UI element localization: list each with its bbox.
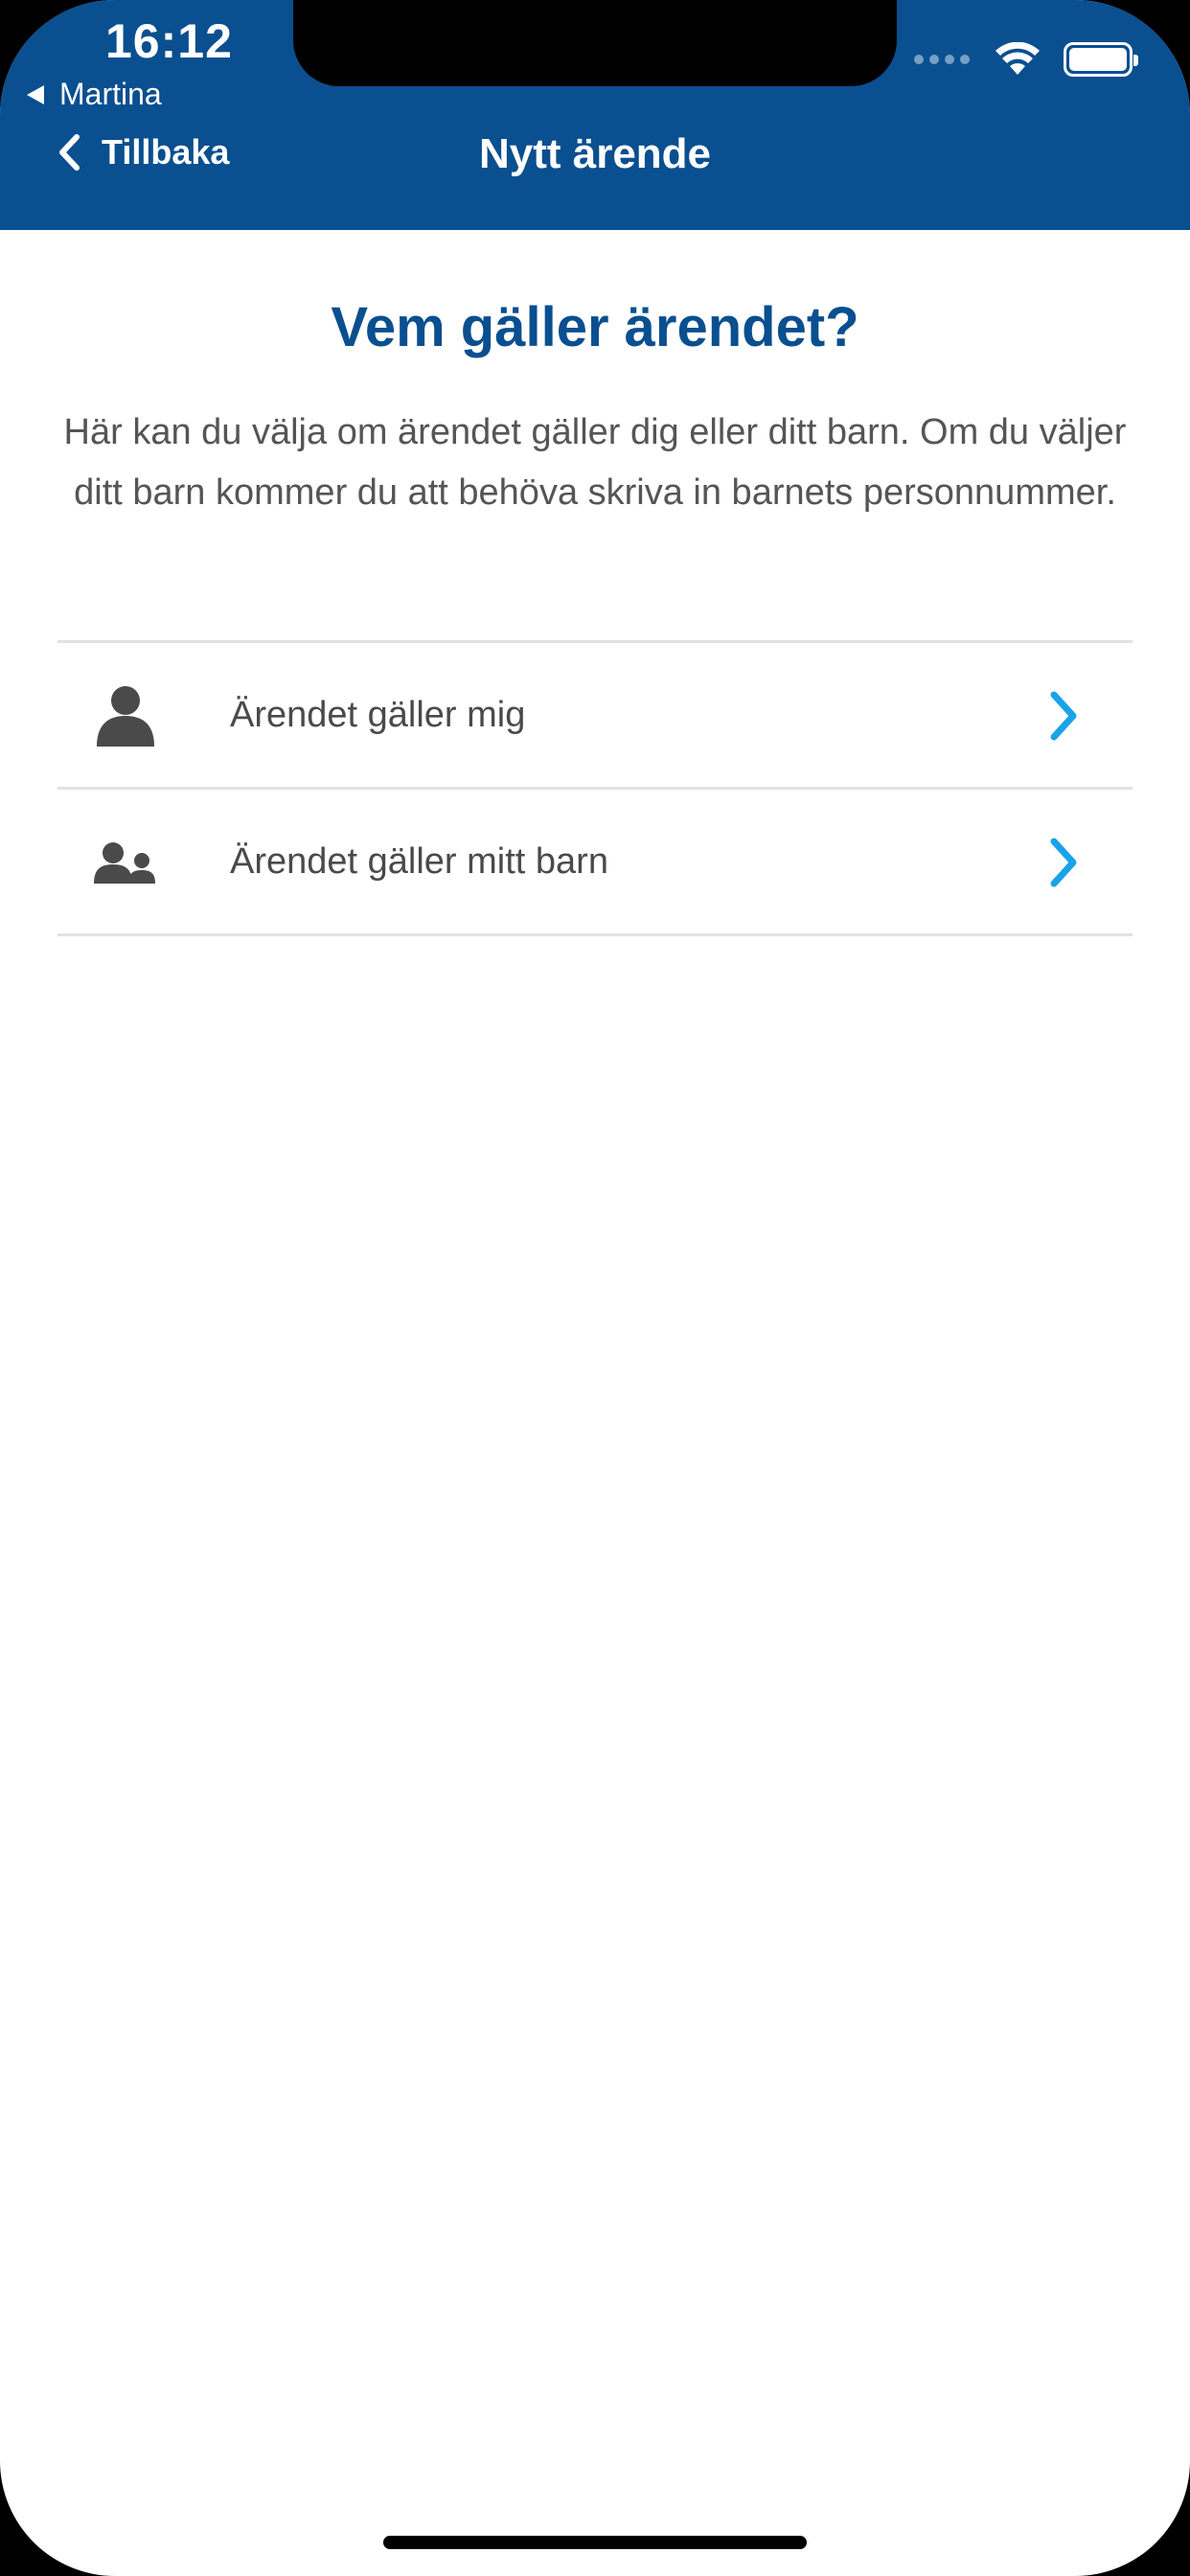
wifi-icon xyxy=(995,42,1040,75)
option-row-child[interactable]: Ärendet gäller mitt barn xyxy=(57,790,1133,933)
navigation-header: 16:12 Martina Tillbaka Nytt ärende xyxy=(0,0,1190,230)
question-description: Här kan du välja om ärendet gäller dig e… xyxy=(63,412,1127,513)
option-list: Ärendet gäller mig Ärendet gäller mitt b… xyxy=(57,640,1133,936)
option-label-child: Ärendet gäller mitt barn xyxy=(230,840,608,882)
option-label-me: Ärendet gäller mig xyxy=(230,694,526,735)
person-icon xyxy=(97,686,154,747)
cellular-signal-icon xyxy=(914,55,970,64)
parent-child-icon xyxy=(94,842,155,884)
option-row-me[interactable]: Ärendet gäller mig xyxy=(57,643,1133,787)
back-to-app-button[interactable]: Martina xyxy=(27,77,162,112)
status-time: 16:12 xyxy=(105,14,233,68)
back-triangle-icon xyxy=(27,84,44,104)
page-title: Nytt ärende xyxy=(478,130,712,177)
status-indicators xyxy=(914,42,1138,77)
divider xyxy=(57,933,1133,936)
home-indicator[interactable] xyxy=(383,2536,807,2549)
device-notch xyxy=(293,0,897,86)
chevron-right-icon xyxy=(1050,838,1077,887)
screen: 16:12 Martina Tillbaka Nytt ärende Vem g… xyxy=(0,0,1190,2576)
question-heading: Vem gäller ärendet? xyxy=(331,296,859,358)
battery-icon xyxy=(1064,42,1138,77)
back-to-app-label: Martina xyxy=(59,77,162,111)
chevron-right-icon xyxy=(1050,691,1077,741)
